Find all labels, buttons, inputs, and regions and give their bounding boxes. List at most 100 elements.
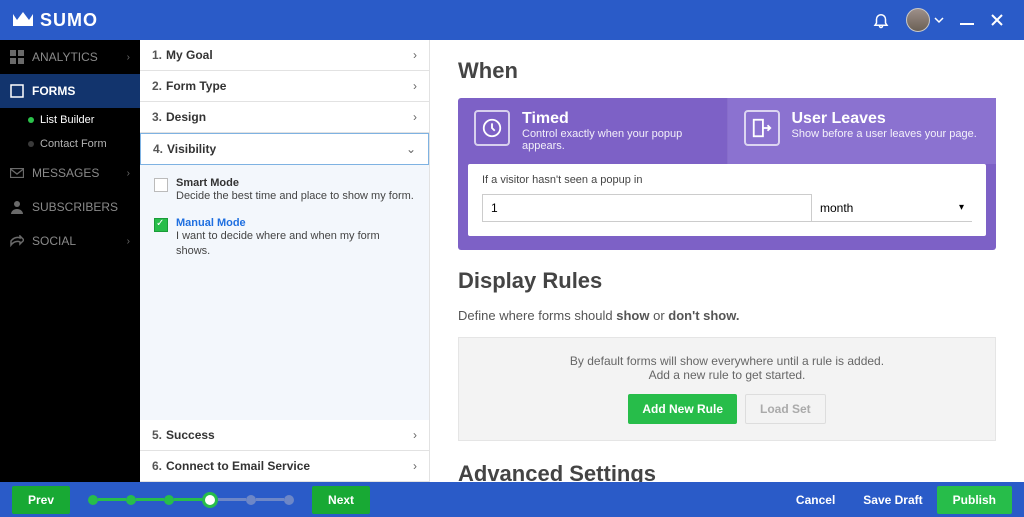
sidebar-item-messages[interactable]: MESSAGES › <box>0 156 140 190</box>
sidebar-label: SUBSCRIBERS <box>32 200 118 214</box>
progress-dot-current-icon <box>202 492 218 508</box>
footer-bar: Prev Next Cancel Save Draft Publish <box>0 482 1024 517</box>
crown-icon <box>12 12 34 28</box>
chevron-right-icon: › <box>127 52 130 63</box>
display-rules-heading: Display Rules <box>458 268 996 294</box>
step-label: Success <box>166 428 215 442</box>
steps-column: 1. My Goal › 2. Form Type › 3. Design › … <box>140 40 430 482</box>
load-set-button[interactable]: Load Set <box>745 394 826 424</box>
publish-button[interactable]: Publish <box>937 486 1012 514</box>
popup-frequency-input[interactable] <box>482 194 812 222</box>
sidebar: ANALYTICS › FORMS List Builder Contact F… <box>0 40 140 482</box>
option-manual-mode[interactable]: Manual Mode I want to decide where and w… <box>154 217 415 258</box>
step-label: Connect to Email Service <box>166 459 310 473</box>
share-icon <box>10 235 24 247</box>
checkbox-checked-icon[interactable] <box>154 218 168 232</box>
advanced-settings-heading: Advanced Settings <box>458 461 996 482</box>
display-rules-subtitle: Define where forms should show or don't … <box>458 308 996 323</box>
step-visibility[interactable]: 4. Visibility ⌄ <box>140 133 429 165</box>
clock-icon <box>474 110 510 146</box>
tab-user-leaves[interactable]: User Leaves Show before a user leaves yo… <box>728 98 997 164</box>
step-label: Form Type <box>166 79 226 93</box>
save-draft-button[interactable]: Save Draft <box>863 493 922 507</box>
progress-dot-icon <box>88 495 98 505</box>
caret-down-icon: ▾ <box>959 202 964 213</box>
step-success[interactable]: 5. Success › <box>140 420 429 451</box>
chevron-right-icon: › <box>413 428 417 442</box>
chevron-down-icon <box>934 15 944 25</box>
chevron-down-icon: ⌄ <box>406 142 416 156</box>
sidebar-sub-contact-form[interactable]: Contact Form <box>0 132 140 156</box>
tab-title: Timed <box>522 110 711 128</box>
exit-door-icon <box>744 110 780 146</box>
chevron-right-icon: › <box>413 48 417 62</box>
main-content: When Timed Control exactly when your pop… <box>430 40 1024 482</box>
minimize-icon[interactable] <box>960 13 974 27</box>
chevron-right-icon: › <box>127 236 130 247</box>
when-box: Timed Control exactly when your popup ap… <box>458 98 996 250</box>
option-smart-mode[interactable]: Smart Mode Decide the best time and plac… <box>154 177 415 203</box>
chevron-right-icon: › <box>413 110 417 124</box>
condition-label: If a visitor hasn't seen a popup in <box>482 174 972 186</box>
chevron-right-icon: › <box>413 459 417 473</box>
option-desc: I want to decide where and when my form … <box>176 229 415 258</box>
chevron-right-icon: › <box>413 79 417 93</box>
step-form-type[interactable]: 2. Form Type › <box>140 71 429 102</box>
step-label: My Goal <box>166 48 213 62</box>
user-menu[interactable] <box>906 8 944 32</box>
checkbox-icon[interactable] <box>154 178 168 192</box>
step-label: Visibility <box>167 142 216 156</box>
when-heading: When <box>458 58 996 84</box>
sidebar-item-social[interactable]: SOCIAL › <box>0 224 140 258</box>
step-design[interactable]: 3. Design › <box>140 102 429 133</box>
form-icon <box>10 84 24 98</box>
close-icon[interactable] <box>990 13 1004 27</box>
add-new-rule-button[interactable]: Add New Rule <box>628 394 737 424</box>
chevron-right-icon: › <box>127 168 130 179</box>
notifications-icon[interactable] <box>872 11 890 29</box>
sidebar-sub-label: List Builder <box>40 114 94 126</box>
cancel-button[interactable]: Cancel <box>796 493 835 507</box>
tab-subtitle: Show before a user leaves your page. <box>792 128 977 140</box>
step-my-goal[interactable]: 1. My Goal › <box>140 40 429 71</box>
sidebar-item-subscribers[interactable]: SUBSCRIBERS <box>0 190 140 224</box>
sidebar-label: MESSAGES <box>32 166 99 180</box>
sidebar-item-analytics[interactable]: ANALYTICS › <box>0 40 140 74</box>
step-label: Design <box>166 110 206 124</box>
empty-text-1: By default forms will show everywhere un… <box>471 354 983 368</box>
grid-icon <box>10 50 24 64</box>
top-bar: SUMO <box>0 0 1024 40</box>
progress-dot-icon <box>164 495 174 505</box>
sidebar-sub-list-builder[interactable]: List Builder <box>0 108 140 132</box>
brand-text: SUMO <box>40 10 98 31</box>
popup-frequency-unit-select[interactable]: month ▾ <box>812 194 972 222</box>
next-button[interactable]: Next <box>312 486 370 514</box>
progress-dot-icon <box>126 495 136 505</box>
person-icon <box>10 200 24 214</box>
brand-logo[interactable]: SUMO <box>12 10 98 31</box>
step-connect-email[interactable]: 6. Connect to Email Service › <box>140 451 429 482</box>
prev-button[interactable]: Prev <box>12 486 70 514</box>
progress-dot-icon <box>246 495 256 505</box>
when-condition-panel: If a visitor hasn't seen a popup in mont… <box>468 164 986 236</box>
display-rules-empty: By default forms will show everywhere un… <box>458 337 996 441</box>
sidebar-label: ANALYTICS <box>32 50 98 64</box>
sidebar-label: FORMS <box>32 84 75 98</box>
status-dot-icon <box>28 117 34 123</box>
sidebar-sub-label: Contact Form <box>40 138 107 150</box>
option-title: Manual Mode <box>176 217 415 229</box>
step-progress <box>88 492 294 508</box>
status-dot-icon <box>28 141 34 147</box>
tab-timed[interactable]: Timed Control exactly when your popup ap… <box>458 98 728 164</box>
sidebar-item-forms[interactable]: FORMS <box>0 74 140 108</box>
avatar <box>906 8 930 32</box>
select-value: month <box>820 201 853 215</box>
progress-dot-icon <box>284 495 294 505</box>
tab-title: User Leaves <box>792 110 977 128</box>
option-title: Smart Mode <box>176 177 414 189</box>
step-visibility-body: Smart Mode Decide the best time and plac… <box>140 165 429 420</box>
mail-icon <box>10 168 24 178</box>
option-desc: Decide the best time and place to show m… <box>176 189 414 203</box>
empty-text-2: Add a new rule to get started. <box>471 368 983 382</box>
sidebar-label: SOCIAL <box>32 234 76 248</box>
